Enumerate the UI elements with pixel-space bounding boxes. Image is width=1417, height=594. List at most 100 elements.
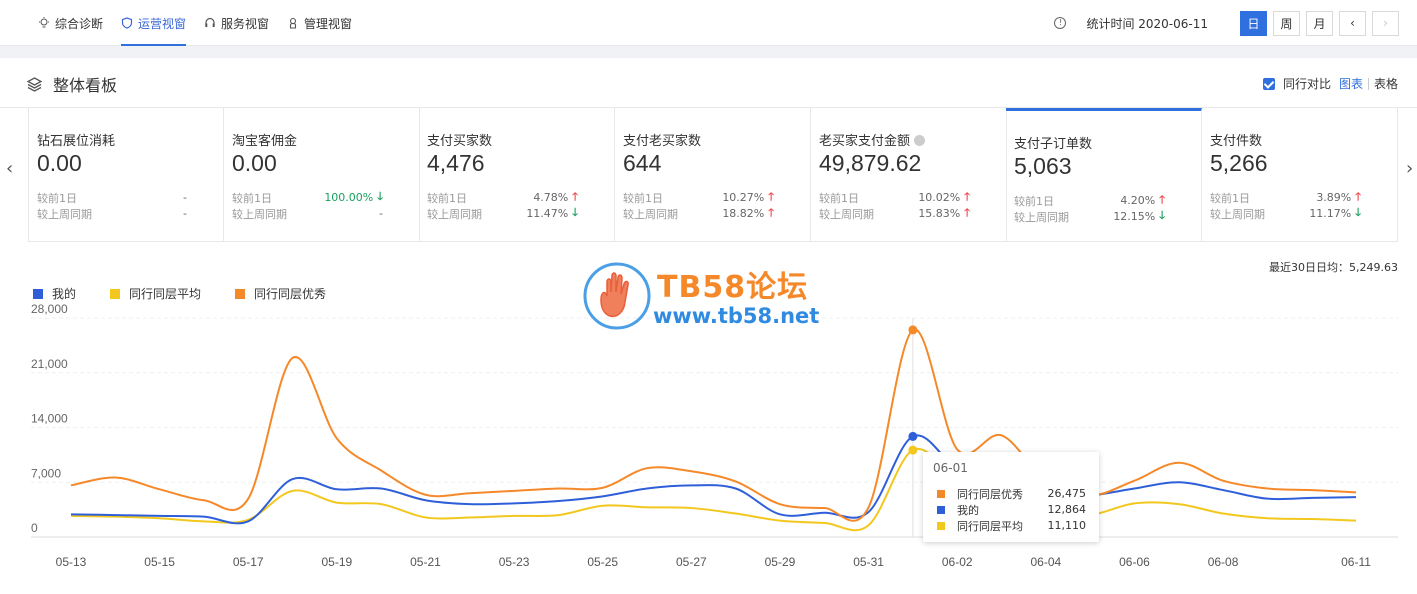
- divider: [1367, 77, 1369, 90]
- arrow-down-icon: 🡓: [1159, 208, 1165, 222]
- metric-card[interactable]: 支付件数 5,266 较前1日 3.89% 🡑 较上周同期 11.17% 🡓: [1202, 108, 1398, 242]
- period-day-button[interactable]: 日: [1240, 10, 1267, 36]
- x-tick-label: 06-04: [1030, 555, 1061, 569]
- y-tick-label: 21,000: [31, 357, 68, 371]
- x-tick-label: 05-21: [410, 555, 441, 569]
- cards-next-icon[interactable]: ›: [1406, 158, 1413, 179]
- metric-label: 支付老买家数: [623, 134, 702, 149]
- tab-label: 服务视窗: [221, 16, 270, 31]
- day-compare: 较前1日 4.20% 🡑: [1014, 193, 1165, 209]
- metric-value: 0.00: [37, 150, 82, 176]
- series-line: [70, 434, 1357, 525]
- tooltip-value: 26,475: [1047, 487, 1087, 500]
- day-compare-value: 100.00% 🡓: [324, 190, 383, 204]
- highlight-point: [908, 445, 918, 455]
- table-view-link[interactable]: 表格: [1374, 75, 1398, 92]
- help-icon[interactable]: [914, 135, 926, 146]
- cards-prev-icon[interactable]: ‹: [6, 158, 13, 179]
- section-gap: [0, 46, 1417, 58]
- day-compare-label: 较前1日: [623, 192, 663, 205]
- headset-icon: [205, 17, 215, 27]
- chart-view-link[interactable]: 图表: [1339, 75, 1363, 92]
- tab-operations-view[interactable]: 运营视窗: [121, 14, 187, 46]
- tooltip-series: 同行同层平均: [957, 519, 1023, 533]
- tooltip-swatch: [937, 505, 945, 514]
- tooltip-series: 我的: [957, 503, 979, 517]
- metric-label: 钻石展位消耗: [37, 134, 116, 149]
- tab-comprehensive-diagnosis[interactable]: 综合诊断: [38, 14, 103, 32]
- x-tick-label: 06-02: [942, 555, 973, 569]
- tooltip-row: 我的 12,864: [937, 502, 1086, 517]
- x-tick-label: 06-08: [1208, 555, 1239, 569]
- day-compare-label: 较前1日: [1014, 195, 1054, 208]
- x-tick-label: 05-25: [587, 555, 618, 569]
- day-compare: 较前1日 10.27% 🡑: [623, 190, 774, 206]
- x-tick-label: 05-29: [765, 555, 796, 569]
- day-compare-label: 较前1日: [37, 192, 77, 205]
- top-nav: 综合诊断 运营视窗 服务视窗 管理视窗 ! 统计时间 2020-06-11 日 …: [0, 0, 1417, 46]
- arrow-up-icon: 🡑: [768, 205, 774, 219]
- week-compare-value: 12.15% 🡓: [1113, 209, 1165, 223]
- day-compare: 较前1日 4.78% 🡑: [427, 190, 578, 206]
- panel-header: 整体看板: [26, 72, 117, 96]
- shield-icon: [121, 17, 133, 29]
- legend-item-peer-excellent[interactable]: 同行同层优秀: [235, 285, 326, 302]
- day-compare-value: 4.78% 🡑: [533, 190, 578, 204]
- watermark-url: www.tb58.net: [653, 304, 820, 328]
- tab-label: 运营视窗: [138, 16, 187, 31]
- date-controls: ! 统计时间 2020-06-11 日 周 月 ‹ ›: [1054, 10, 1399, 36]
- metric-card[interactable]: 支付买家数 4,476 较前1日 4.78% 🡑 较上周同期 11.47% 🡓: [419, 108, 615, 242]
- metric-value: 0.00: [232, 150, 277, 176]
- week-compare-label: 较上周同期: [427, 208, 482, 221]
- week-compare: 较上周同期 18.82% 🡑: [623, 205, 774, 222]
- day-compare-value: 4.20% 🡑: [1120, 193, 1165, 207]
- metric-label: 支付件数: [1210, 134, 1263, 149]
- info-icon[interactable]: !: [1054, 17, 1067, 29]
- period-week-button[interactable]: 周: [1273, 10, 1300, 36]
- week-compare-value: -: [379, 206, 383, 220]
- metric-value: 49,879.62: [819, 150, 922, 176]
- arrow-down-icon: 🡓: [572, 205, 578, 219]
- chart-legend: 我的 同行同层平均 同行同层优秀: [33, 285, 360, 302]
- week-compare-label: 较上周同期: [1014, 211, 1069, 224]
- tab-service-view[interactable]: 服务视窗: [204, 14, 269, 32]
- compare-checkbox[interactable]: [1262, 77, 1275, 90]
- day-compare-value: 10.27% 🡑: [722, 190, 774, 204]
- legend-item-peer-average[interactable]: 同行同层平均: [110, 285, 201, 302]
- tooltip-date: 06-01: [933, 461, 968, 475]
- prev-date-button[interactable]: ‹: [1339, 10, 1366, 36]
- day-compare: 较前1日 3.89% 🡑: [1210, 190, 1361, 206]
- tooltip-row: 同行同层平均 11,110: [937, 518, 1086, 533]
- metric-card[interactable]: 淘宝客佣金 0.00 较前1日 100.00% 🡓 较上周同期 -: [224, 108, 420, 242]
- tab-management-view[interactable]: 管理视窗: [287, 14, 352, 32]
- tooltip-value: 11,110: [1047, 519, 1087, 532]
- legend-swatch: [235, 288, 246, 299]
- day-compare-value: -: [183, 190, 187, 204]
- x-tick-label: 05-31: [853, 555, 884, 569]
- hand-logo-icon: [583, 262, 651, 330]
- y-tick-label: 28,000: [31, 302, 68, 316]
- week-compare-value: 11.17% 🡓: [1309, 206, 1361, 220]
- day-compare-label: 较前1日: [819, 192, 859, 205]
- legend-swatch: [110, 288, 121, 299]
- metric-card[interactable]: 支付老买家数 644 较前1日 10.27% 🡑 较上周同期 18.82% 🡑: [615, 108, 811, 242]
- y-tick-label: 0: [31, 521, 38, 535]
- stat-time: 统计时间 2020-06-11: [1086, 16, 1208, 31]
- day-compare: 较前1日 10.02% 🡑: [819, 190, 970, 206]
- user-icon: [289, 17, 297, 29]
- metric-card[interactable]: 钻石展位消耗 0.00 较前1日 - 较上周同期 -: [28, 108, 224, 242]
- period-month-button[interactable]: 月: [1306, 10, 1333, 36]
- week-compare-label: 较上周同期: [819, 208, 874, 221]
- week-compare: 较上周同期 11.17% 🡓: [1210, 206, 1361, 222]
- day-compare-label: 较前1日: [427, 192, 467, 205]
- legend-item-mine[interactable]: 我的: [33, 285, 76, 302]
- next-date-button[interactable]: ›: [1372, 10, 1399, 36]
- metric-value: 5,266: [1210, 150, 1268, 176]
- series-line: [70, 328, 1357, 522]
- day-compare: 较前1日 -: [37, 190, 187, 206]
- week-compare-label: 较上周同期: [623, 208, 678, 221]
- highlight-point: [908, 431, 918, 441]
- metric-card[interactable]: 支付子订单数 5,063 较前1日 4.20% 🡑 较上周同期 12.15% 🡓: [1006, 108, 1202, 242]
- metric-card[interactable]: 老买家支付金额 49,879.62 较前1日 10.02% 🡑 较上周同期 15.83% 🡑: [811, 108, 1007, 242]
- arrow-up-icon: 🡑: [964, 205, 970, 219]
